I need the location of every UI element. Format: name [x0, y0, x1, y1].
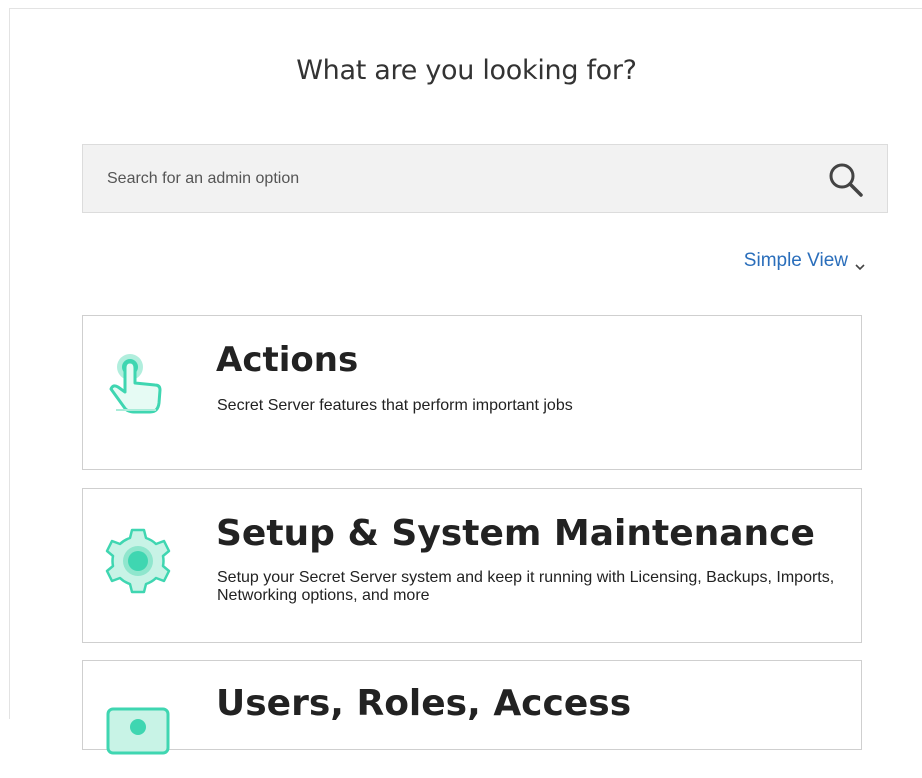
monitor-user-icon: [104, 705, 172, 773]
simple-view-label: Simple View: [743, 250, 848, 271]
search-box: [82, 144, 888, 213]
gear-icon: [104, 527, 172, 595]
chevron-down-icon: [854, 257, 866, 271]
search-input[interactable]: [107, 145, 787, 212]
card-users-roles-access[interactable]: Users, Roles, Access: [82, 660, 862, 755]
hand-pointer-icon: [104, 352, 172, 420]
admin-panel: What are you looking for? Simple View: [9, 8, 922, 755]
card-description: Setup your Secret Server system and keep…: [217, 569, 835, 604]
search-icon[interactable]: [827, 161, 865, 199]
card-title: Setup & System Maintenance: [216, 513, 815, 554]
page-heading: What are you looking for?: [296, 55, 637, 86]
card-title: Actions: [216, 340, 359, 380]
card-actions[interactable]: Actions Secret Server features that perf…: [82, 315, 862, 470]
card-setup-system-maintenance[interactable]: Setup & System Maintenance Setup your Se…: [82, 488, 862, 643]
card-title: Users, Roles, Access: [216, 683, 632, 724]
simple-view-dropdown[interactable]: Simple View: [744, 250, 866, 272]
card-description: Secret Server features that perform impo…: [217, 397, 573, 414]
